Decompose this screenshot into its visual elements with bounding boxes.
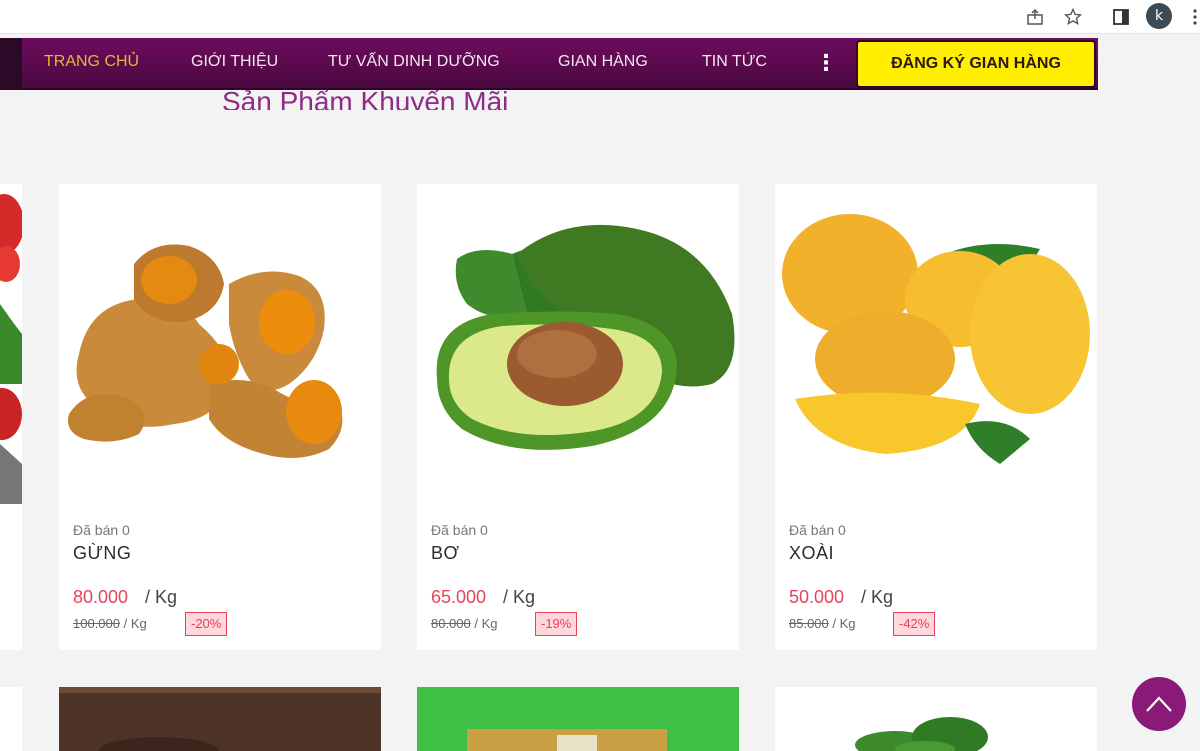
profile-avatar[interactable]: k — [1146, 3, 1172, 29]
sale-price: 50.000 — [789, 587, 845, 607]
browser-toolbar: k — [0, 0, 1200, 34]
avocado-image — [436, 224, 735, 450]
share-icon[interactable] — [1024, 6, 1046, 28]
nav-item-about[interactable]: GIỚI THIỆU — [191, 53, 278, 71]
original-price: 85.000 / Kg — [789, 616, 856, 631]
nav-edge — [0, 38, 22, 90]
product-card-partial[interactable] — [0, 184, 22, 650]
main-nav: TRANG CHỦ GIỚI THIỆU TƯ VẤN DINH DƯỠNG G… — [0, 38, 1098, 90]
product-name[interactable]: BƠ — [431, 543, 459, 564]
product-card-partial[interactable] — [0, 687, 22, 751]
sale-price: 80.000 — [73, 587, 129, 607]
discount-badge: -20% — [185, 612, 228, 636]
product-card-partial[interactable] — [59, 687, 381, 751]
sidepanel-icon[interactable] — [1110, 6, 1132, 28]
product-image[interactable] — [417, 184, 739, 506]
product-name[interactable]: XOÀI — [789, 543, 834, 564]
product-card-partial[interactable] — [775, 687, 1097, 751]
discount-badge: -19% — [535, 612, 578, 636]
nav-item-home[interactable]: TRANG CHỦ — [44, 53, 139, 71]
sale-price: 65.000 — [431, 587, 487, 607]
sold-count: Đã bán 0 — [73, 522, 130, 538]
register-store-button[interactable]: ĐĂNG KÝ GIAN HÀNG — [856, 40, 1096, 88]
broccoli-image — [855, 717, 988, 751]
star-icon[interactable] — [1062, 6, 1084, 28]
more-menu-icon[interactable]: ⋮ — [815, 51, 837, 77]
original-price: 100.000 / Kg — [73, 616, 147, 631]
product-image[interactable] — [775, 184, 1097, 506]
original-price: 80.000 / Kg — [431, 616, 498, 631]
menu-icon[interactable] — [1184, 6, 1200, 28]
product-image[interactable] — [59, 184, 381, 506]
product-card[interactable]: Đã bán 0 XOÀI 50.000 / Kg 85.000 / Kg -4… — [775, 184, 1097, 650]
product-card[interactable]: Đã bán 0 GỪNG 80.000 / Kg 100.000 / Kg -… — [59, 184, 381, 650]
price-unit: / Kg — [503, 587, 536, 607]
product-name[interactable]: GỪNG — [73, 543, 131, 564]
wood-image — [59, 687, 381, 751]
mango-image — [782, 214, 1090, 464]
turmeric-image — [68, 244, 343, 458]
product-box-image — [417, 687, 739, 751]
scroll-top-button[interactable] — [1132, 677, 1186, 731]
sold-count: Đã bán 0 — [431, 522, 488, 538]
nav-item-news[interactable]: TIN TỨC — [702, 53, 767, 71]
sold-count: Đã bán 0 — [789, 522, 846, 538]
price-unit: / Kg — [861, 587, 894, 607]
nav-item-nutrition[interactable]: TƯ VẤN DINH DƯỠNG — [328, 53, 500, 71]
chevron-up-icon — [1146, 696, 1172, 712]
price-unit: / Kg — [145, 587, 178, 607]
discount-badge: -42% — [893, 612, 936, 636]
product-card-partial[interactable] — [417, 687, 739, 751]
product-card[interactable]: Đã bán 0 BƠ 65.000 / Kg 80.000 / Kg -19% — [417, 184, 739, 650]
strawberry-image — [0, 184, 22, 504]
nav-item-stores[interactable]: GIAN HÀNG — [558, 53, 648, 71]
